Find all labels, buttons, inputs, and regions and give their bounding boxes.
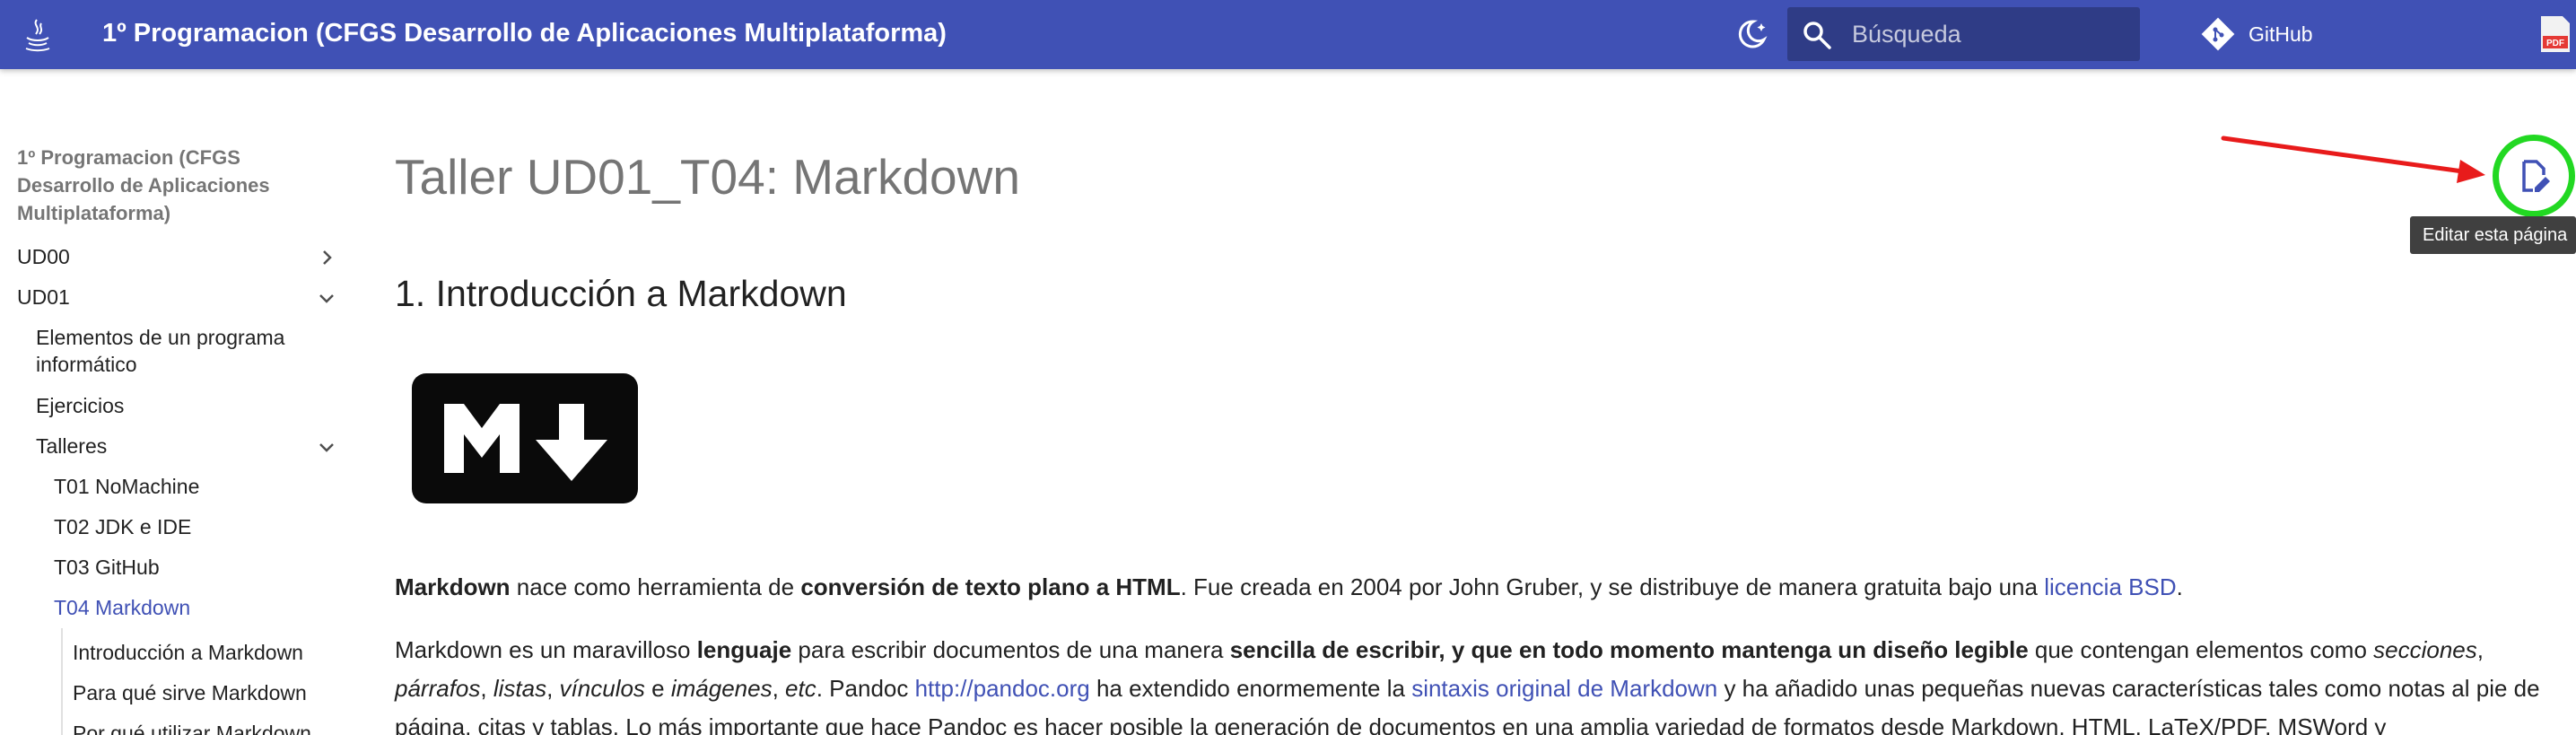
text-span: ha extendido enormemente la: [1089, 675, 1412, 702]
git-icon: [2201, 17, 2235, 51]
text-span: e: [644, 675, 671, 702]
pandoc-link[interactable]: http://pandoc.org: [915, 675, 1090, 702]
toc-item-introduccion[interactable]: Introducción a Markdown: [73, 639, 303, 666]
text-span: que contengan elementos como: [2028, 636, 2374, 663]
java-logo-icon[interactable]: [20, 16, 54, 52]
sidebar-item-t02[interactable]: T02 JDK e IDE: [54, 513, 191, 540]
text-span: . Fue creada en 2004 por John Gruber, y …: [1180, 573, 2045, 600]
toc-item-por-que[interactable]: Por qué utilizar Markdown: [73, 720, 311, 735]
text-span: ,: [772, 675, 786, 702]
github-link[interactable]: GitHub: [2200, 16, 2313, 52]
site-title[interactable]: 1º Programacion (CFGS Desarrollo de Apli…: [102, 19, 947, 48]
edit-page-button[interactable]: [2493, 135, 2575, 217]
text-span: ,: [546, 675, 560, 702]
section-heading: 1. Introducción a Markdown: [395, 273, 847, 314]
theme-toggle-icon[interactable]: [1732, 14, 1771, 54]
italic-text: párrafos: [395, 675, 481, 702]
sidebar-item-ejercicios[interactable]: Ejercicios: [36, 392, 124, 419]
text-span: ,: [480, 675, 493, 702]
text-span: .: [2176, 573, 2183, 600]
licencia-bsd-link[interactable]: licencia BSD: [2044, 573, 2176, 600]
chevron-right-icon[interactable]: [316, 247, 337, 268]
pdf-icon[interactable]: PDF: [2539, 14, 2572, 54]
italic-text: secciones: [2373, 636, 2477, 663]
text-span: Markdown es un maravilloso: [395, 636, 697, 663]
toc-indent-line: [61, 628, 63, 735]
chevron-down-icon[interactable]: [316, 436, 337, 458]
chevron-down-icon[interactable]: [316, 287, 337, 309]
bold-text: lenguaje: [696, 636, 792, 663]
annotation-arrow: [2221, 136, 2485, 183]
text-span: . Pandoc: [816, 675, 915, 702]
bold-text: Markdown: [395, 573, 511, 600]
search-box[interactable]: [1787, 7, 2140, 61]
toc-item-para-que[interactable]: Para qué sirve Markdown: [73, 679, 307, 706]
sintaxis-markdown-link[interactable]: sintaxis original de Markdown: [1411, 675, 1717, 702]
sidebar-item-ud00[interactable]: UD00: [17, 243, 70, 270]
sidebar-title: 1º Programacion (CFGS Desarrollo de Apli…: [17, 146, 270, 224]
page-title: Taller UD01_T04: Markdown: [395, 149, 1020, 205]
paragraph-intro: Markdown nace como herramienta de conver…: [395, 568, 2548, 607]
search-icon: [1803, 22, 1831, 49]
text-span: ,: [2476, 636, 2484, 663]
sidebar-item-elementos[interactable]: Elementos de un programa informático: [36, 324, 305, 378]
italic-text: imágenes: [670, 675, 773, 702]
search-input[interactable]: [1852, 16, 2121, 52]
text-span: para escribir documentos de una manera: [791, 636, 1230, 663]
sidebar-item-t01[interactable]: T01 NoMachine: [54, 473, 199, 500]
svg-text:PDF: PDF: [2546, 39, 2564, 48]
text-span: nace como herramienta de: [510, 573, 801, 600]
italic-text: listas: [493, 675, 547, 702]
markdown-logo-image: [412, 373, 638, 503]
edit-tooltip: Editar esta página: [2410, 216, 2576, 254]
sidebar-item-t04[interactable]: T04 Markdown: [54, 594, 190, 621]
italic-text: vínculos: [559, 675, 645, 702]
top-header: 1º Programacion (CFGS Desarrollo de Apli…: [0, 0, 2576, 69]
edit-file-icon: [2522, 160, 2550, 192]
italic-text: etc: [785, 675, 816, 702]
sidebar-item-t03[interactable]: T03 GitHub: [54, 554, 160, 581]
github-label: GitHub: [2249, 22, 2313, 46]
sidebar-item-talleres[interactable]: Talleres: [36, 433, 107, 459]
paragraph-description: Markdown es un maravilloso lenguaje para…: [395, 631, 2548, 735]
bold-text: sencilla de escribir, y que en todo mome…: [1229, 636, 2029, 663]
sidebar-item-ud01[interactable]: UD01: [17, 284, 70, 311]
bold-text: conversión de texto plano a HTML: [800, 573, 1181, 600]
